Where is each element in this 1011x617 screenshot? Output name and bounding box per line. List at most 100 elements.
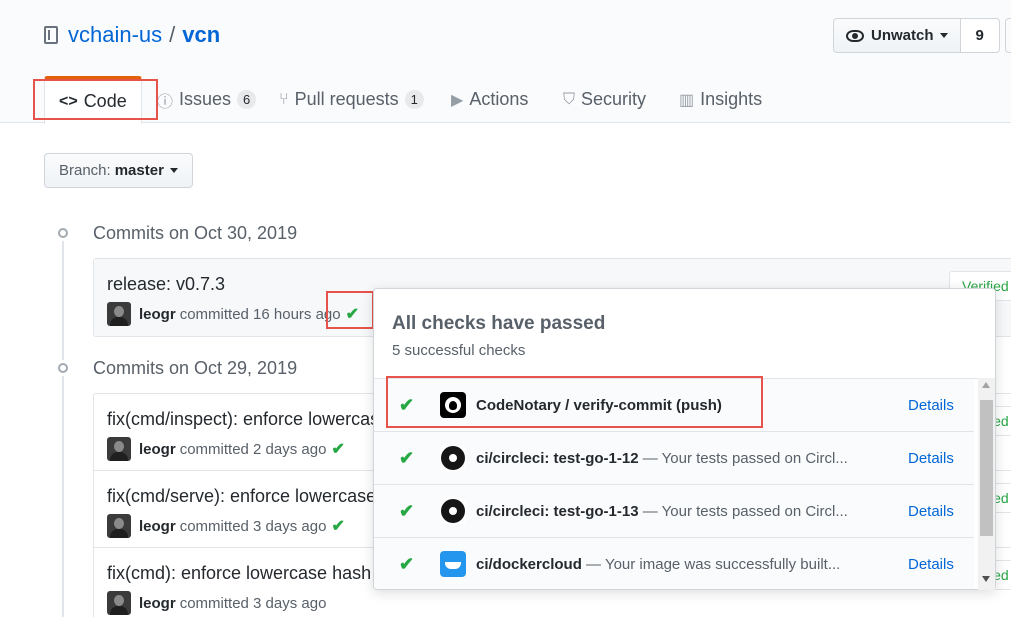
check-details-link[interactable]: Details	[908, 397, 954, 414]
scroll-up-icon[interactable]	[982, 382, 990, 388]
issues-count: 6	[237, 90, 257, 109]
docker-icon	[440, 551, 466, 577]
scroll-down-icon[interactable]	[982, 576, 990, 582]
unwatch-button[interactable]: Unwatch	[833, 18, 961, 53]
tab-insights-label: Insights	[700, 89, 763, 109]
popover-subtitle: 5 successful checks	[392, 342, 526, 359]
commit-author-link[interactable]: leogr	[139, 441, 176, 458]
pull-requests-count: 1	[404, 90, 424, 109]
check-passed-icon: ✔	[399, 447, 415, 468]
tab-insights[interactable]: ▥ Insights	[679, 76, 762, 123]
issue-icon: ⓘ	[157, 93, 174, 111]
check-description: — Your tests passed on Circl...	[638, 502, 848, 520]
avatar[interactable]	[107, 437, 131, 461]
star-button[interactable]	[1005, 18, 1011, 53]
branch-name: master	[114, 162, 164, 179]
check-passed-icon: ✔	[399, 553, 415, 574]
check-passed-icon: ✔	[399, 394, 415, 415]
check-status-icon[interactable]: ✔	[331, 516, 344, 536]
watch-group: Unwatch 9	[833, 18, 1000, 53]
commit-meta: leogr committed 3 days ago ✔	[107, 514, 345, 538]
pull-request-icon: ⑂	[279, 90, 289, 108]
commit-group-title: Commits on Oct 30, 2019	[93, 223, 298, 243]
commit-time: committed 2 days ago	[179, 440, 327, 458]
github-icon	[440, 392, 466, 418]
commit-author-link[interactable]: leogr	[139, 595, 176, 612]
popover-title: All checks have passed	[392, 313, 606, 334]
repo-title: vchain-us / vcn	[44, 22, 220, 48]
commit-message-link[interactable]: fix(cmd): enforce lowercase hash s	[107, 563, 385, 584]
repo-header: vchain-us / vcn Unwatch 9 <> Code ⓘ Issu…	[0, 0, 1011, 124]
check-name: CodeNotary / verify-commit (push)	[476, 396, 722, 414]
tab-issues[interactable]: ⓘ Issues 6	[157, 76, 257, 123]
popover-scrollbar[interactable]	[978, 378, 995, 590]
check-text: CodeNotary / verify-commit (push)	[476, 397, 866, 414]
circleci-icon	[440, 498, 466, 524]
tab-code-label: Code	[83, 91, 127, 111]
github-commits-page: vchain-us / vcn Unwatch 9 <> Code ⓘ Issu…	[0, 0, 1011, 617]
check-text: ci/circleci: test-go-1-12 — Your tests p…	[476, 450, 866, 467]
commit-message-link[interactable]: release: v0.7.3	[107, 274, 225, 295]
timeline-line	[62, 225, 64, 617]
check-row: ✔ ci/circleci: test-go-1-13 — Your tests…	[374, 485, 974, 538]
check-details-link[interactable]: Details	[908, 503, 954, 520]
commit-time: committed 3 days ago	[179, 594, 327, 612]
check-row: ✔ ci/dockercloud — Your image was succes…	[374, 538, 974, 589]
caret-down-icon	[169, 168, 178, 173]
commit-author-link[interactable]: leogr	[139, 518, 176, 535]
avatar[interactable]	[107, 591, 131, 615]
tab-security-label: Security	[581, 89, 647, 109]
commit-author-link[interactable]: leogr	[139, 306, 176, 323]
checks-popover: All checks have passed 5 successful chec…	[373, 288, 996, 590]
play-icon: ▶	[451, 91, 464, 109]
commit-time: committed 3 days ago	[179, 517, 327, 535]
commit-time: committed 16 hours ago	[179, 305, 341, 323]
eye-icon	[846, 29, 864, 42]
check-row: ✔ ci/circleci: test-go-1-12 — Your tests…	[374, 432, 974, 485]
avatar[interactable]	[107, 302, 131, 326]
scrollbar-thumb[interactable]	[980, 400, 993, 536]
branch-select-button[interactable]: Branch: master	[44, 153, 193, 188]
tab-issues-label: Issues	[179, 89, 232, 109]
branch-prefix: Branch:	[59, 162, 111, 179]
tab-pull-requests[interactable]: ⑂ Pull requests 1	[279, 76, 424, 123]
watchers-count[interactable]: 9	[960, 18, 1000, 53]
commit-meta: leogr committed 16 hours ago ✔	[107, 302, 359, 326]
commit-group-icon	[47, 225, 79, 241]
commit-meta: leogr committed 3 days ago	[107, 591, 331, 615]
repo-name-link[interactable]: vcn	[182, 22, 220, 48]
check-row: ✔ CodeNotary / verify-commit (push) Deta…	[374, 379, 974, 432]
code-icon: <>	[59, 92, 78, 110]
graph-icon: ▥	[679, 91, 695, 109]
check-name: ci/dockercloud	[476, 555, 582, 573]
check-description: — Your image was successfully built...	[581, 555, 841, 573]
check-passed-icon: ✔	[399, 500, 415, 521]
check-details-link[interactable]: Details	[908, 450, 954, 467]
check-description: — Your tests passed on Circl...	[638, 449, 848, 467]
repo-separator: /	[169, 22, 176, 47]
tab-code[interactable]: <> Code	[44, 76, 142, 124]
check-status-icon[interactable]: ✔	[331, 439, 344, 459]
tab-actions[interactable]: ▶ Actions	[451, 76, 528, 123]
popover-header: All checks have passed 5 successful chec…	[374, 289, 995, 379]
caret-down-icon	[939, 33, 948, 38]
repo-icon	[44, 26, 58, 44]
repo-owner-link[interactable]: vchain-us	[68, 22, 162, 48]
check-text: ci/circleci: test-go-1-13 — Your tests p…	[476, 503, 866, 520]
commit-meta: leogr committed 2 days ago ✔	[107, 437, 345, 461]
check-status-icon[interactable]: ✔	[346, 304, 359, 324]
tab-actions-label: Actions	[469, 89, 529, 109]
circleci-icon	[440, 445, 466, 471]
check-name: ci/circleci: test-go-1-12	[476, 449, 639, 467]
commit-message-link[interactable]: fix(cmd/serve): enforce lowercase	[107, 486, 376, 507]
check-text: ci/dockercloud — Your image was successf…	[476, 556, 866, 573]
commit-group-icon	[47, 360, 79, 376]
check-details-link[interactable]: Details	[908, 556, 954, 573]
tab-security[interactable]: ⛉ Security	[563, 76, 646, 123]
avatar[interactable]	[107, 514, 131, 538]
commit-message-link[interactable]: fix(cmd/inspect): enforce lowercas	[107, 409, 379, 430]
unwatch-label: Unwatch	[871, 27, 934, 44]
commit-group-title: Commits on Oct 29, 2019	[93, 358, 298, 378]
tab-pull-requests-label: Pull requests	[294, 89, 399, 109]
shield-icon: ⛉	[563, 90, 576, 108]
